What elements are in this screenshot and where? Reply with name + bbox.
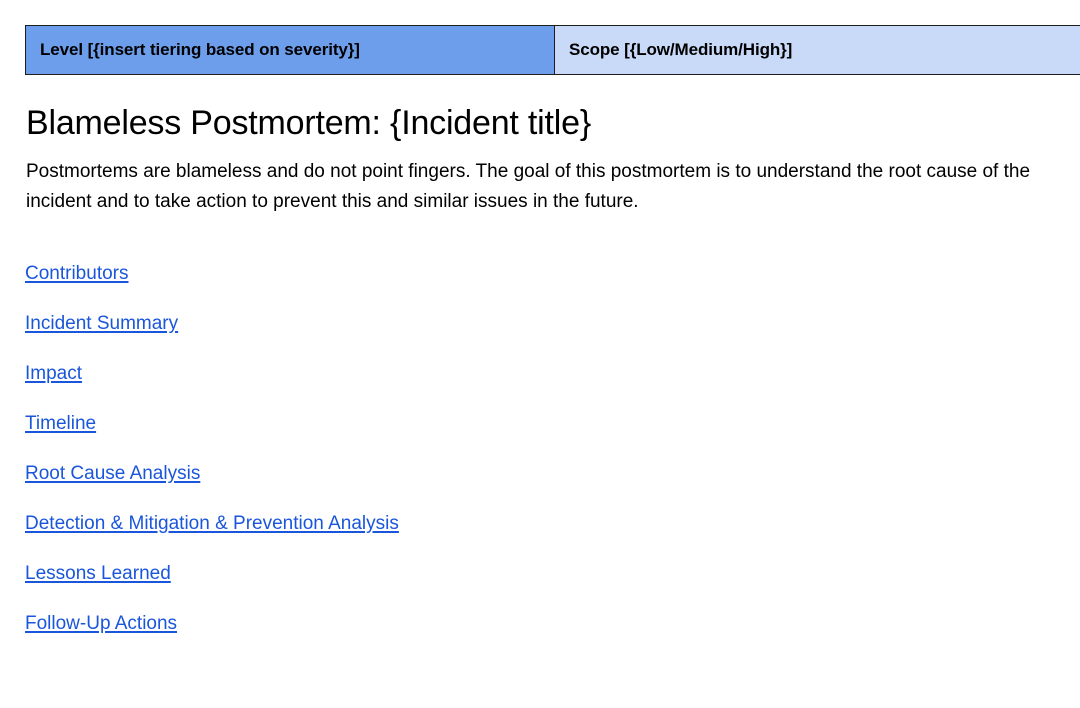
- toc-link-incident-summary[interactable]: Incident Summary: [25, 313, 178, 334]
- page-title: Blameless Postmortem: {Incident title}: [26, 104, 591, 142]
- list-item: Timeline: [25, 399, 1034, 449]
- toc-link-follow-up-actions[interactable]: Follow-Up Actions: [25, 613, 177, 634]
- document-page: Level [{insert tiering based on severity…: [0, 0, 1080, 708]
- toc-link-lessons-learned[interactable]: Lessons Learned: [25, 563, 171, 584]
- toc-link-detection-mitigation-prevention-analysis[interactable]: Detection & Mitigation & Prevention Anal…: [25, 513, 399, 534]
- list-item: Follow-Up Actions: [25, 599, 1034, 649]
- intro-paragraph: Postmortems are blameless and do not poi…: [26, 161, 1031, 213]
- list-item: Root Cause Analysis: [25, 449, 1034, 499]
- table-row: Level [{insert tiering based on severity…: [25, 25, 1080, 75]
- toc-link-impact[interactable]: Impact: [25, 363, 82, 384]
- toc-link-contributors[interactable]: Contributors: [25, 263, 129, 284]
- list-item: Contributors: [25, 249, 1034, 299]
- toc-link-root-cause-analysis[interactable]: Root Cause Analysis: [25, 463, 200, 484]
- toc-link-timeline[interactable]: Timeline: [25, 413, 96, 434]
- incident-meta-table: Level [{insert tiering based on severity…: [25, 25, 1080, 75]
- list-item: Detection & Mitigation & Prevention Anal…: [25, 499, 1034, 549]
- list-item: Incident Summary: [25, 299, 1034, 349]
- list-item: Impact: [25, 349, 1034, 399]
- incident-meta-table-body: Level [{insert tiering based on severity…: [25, 25, 1080, 75]
- list-item: Lessons Learned: [25, 549, 1034, 599]
- scope-cell[interactable]: Scope [{Low/Medium/High}]: [554, 25, 1080, 75]
- level-cell[interactable]: Level [{insert tiering based on severity…: [25, 25, 555, 75]
- table-of-contents: Contributors Incident Summary Impact Tim…: [25, 249, 1034, 649]
